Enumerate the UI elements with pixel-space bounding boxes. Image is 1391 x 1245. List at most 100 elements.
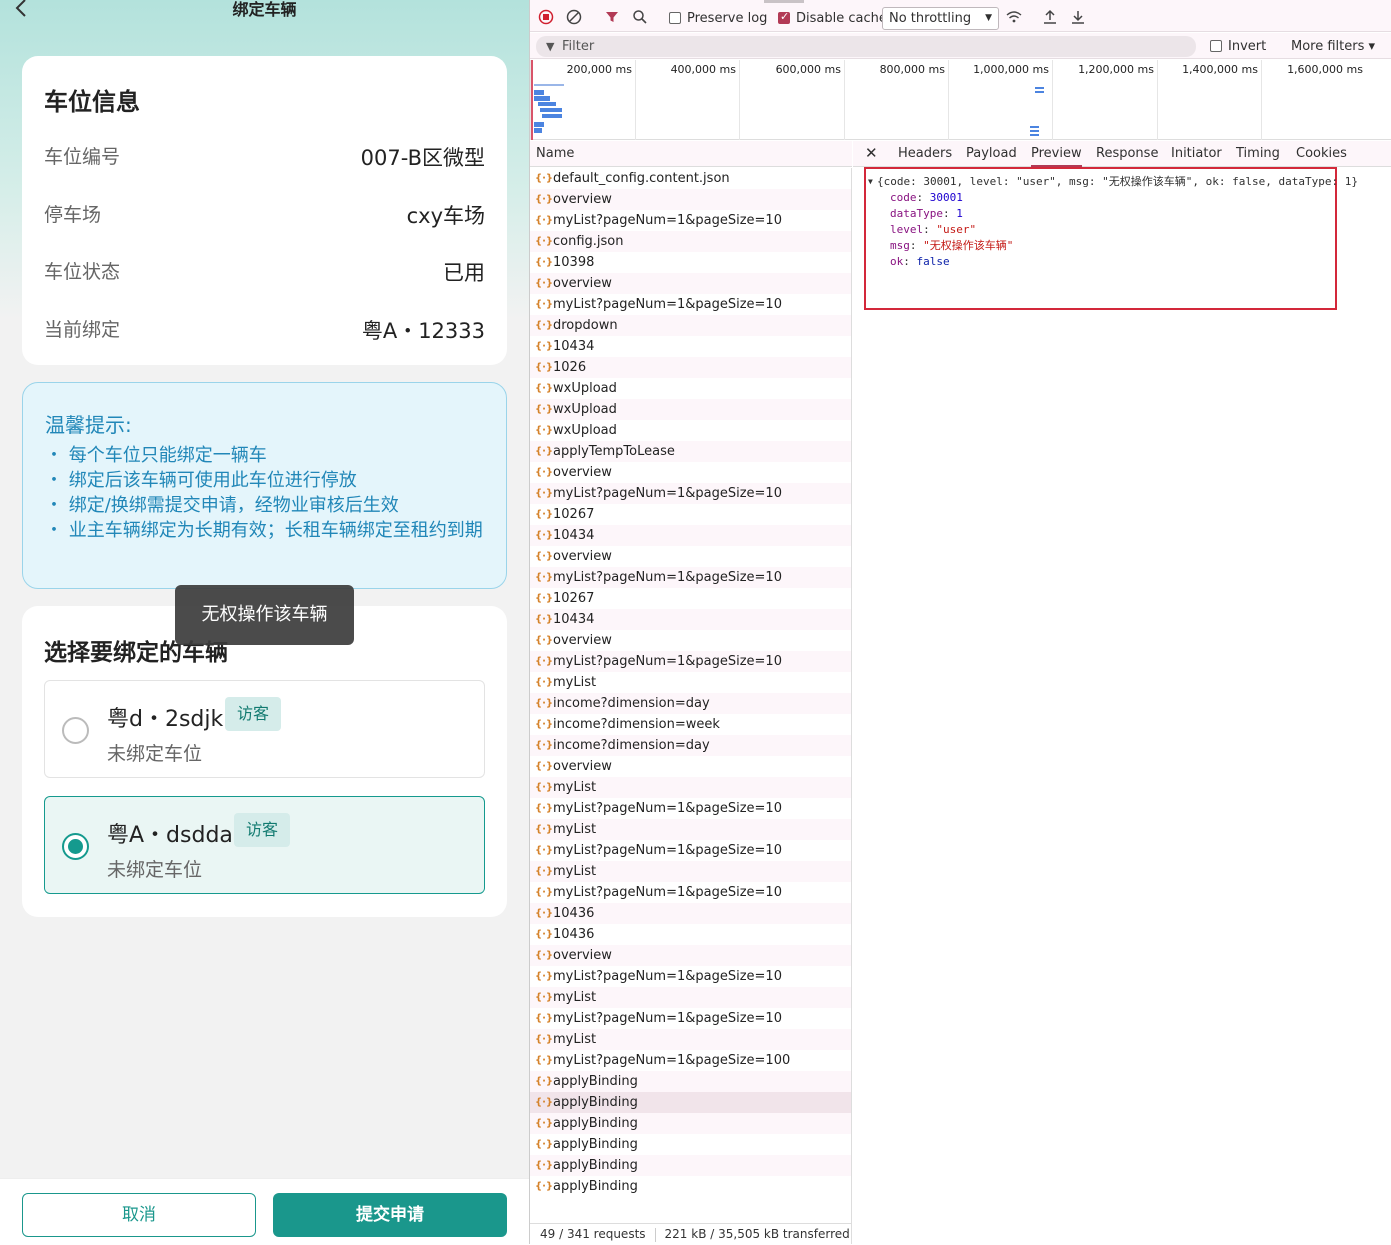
network-conditions-icon[interactable]: [1004, 9, 1024, 29]
request-row[interactable]: {·} myList?pageNum=1&pageSize=10: [530, 882, 851, 903]
name-column-header[interactable]: Name: [530, 141, 852, 167]
request-row[interactable]: {·} 10436: [530, 903, 851, 924]
clear-icon[interactable]: [564, 9, 584, 29]
filter-funnel-icon[interactable]: [602, 9, 622, 29]
filter-input[interactable]: ▼ Filter: [536, 36, 1196, 57]
tab-preview[interactable]: Preview: [1031, 146, 1082, 167]
request-row[interactable]: {·} wxUpload: [530, 420, 851, 441]
request-name: applyBinding: [553, 1158, 638, 1173]
request-row[interactable]: {·} myList?pageNum=1&pageSize=10: [530, 210, 851, 231]
invert-checkbox[interactable]: [1210, 40, 1222, 52]
request-row[interactable]: {·} applyBinding: [530, 1155, 851, 1176]
request-row[interactable]: {·} wxUpload: [530, 399, 851, 420]
request-name: overview: [553, 465, 612, 480]
request-name: 1026: [553, 360, 587, 375]
tip-item: ・ 绑定/换绑需提交申请，经物业审核后生效: [45, 495, 399, 516]
vehicle-option[interactable]: 粤d・2sdjk 访客 未绑定车位: [44, 680, 485, 778]
request-row[interactable]: {·} myList?pageNum=1&pageSize=10: [530, 798, 851, 819]
request-row[interactable]: {·} config.json: [530, 231, 851, 252]
xhr-json-icon: {·}: [535, 194, 554, 205]
request-name: myList: [553, 780, 597, 795]
request-row[interactable]: {·} overview: [530, 273, 851, 294]
submit-button[interactable]: 提交申请: [273, 1193, 507, 1237]
drag-handle[interactable]: [764, 0, 804, 3]
vehicle-option-selected[interactable]: 粤A・dsdda 访客 未绑定车位: [44, 796, 485, 894]
close-icon[interactable]: ✕: [865, 144, 878, 162]
request-row[interactable]: {·} overview: [530, 189, 851, 210]
json-summary-line[interactable]: ▼ {code: 30001, level: "user", msg: "无权操作…: [866, 174, 1358, 190]
request-row[interactable]: {·} applyTempToLease: [530, 441, 851, 462]
request-row[interactable]: {·} dropdown: [530, 315, 851, 336]
json-key: ok: [890, 255, 904, 268]
request-row[interactable]: {·} wxUpload: [530, 378, 851, 399]
request-row[interactable]: {·} default_config.content.json: [530, 168, 851, 189]
request-row[interactable]: {·} myList?pageNum=1&pageSize=10: [530, 651, 851, 672]
request-row[interactable]: {·} income?dimension=day: [530, 693, 851, 714]
request-row[interactable]: {·} myList?pageNum=1&pageSize=10: [530, 567, 851, 588]
request-row[interactable]: {·} 10434: [530, 336, 851, 357]
tab-headers[interactable]: Headers: [898, 146, 952, 161]
request-row[interactable]: {·} myList: [530, 987, 851, 1008]
xhr-json-icon: {·}: [535, 1034, 554, 1045]
request-row[interactable]: {·} applyBinding: [530, 1113, 851, 1134]
request-row[interactable]: {·} myList?pageNum=1&pageSize=10: [530, 483, 851, 504]
cancel-button[interactable]: 取消: [22, 1193, 256, 1237]
status-bar: 49 / 341 requests 221 kB / 35,505 kB tran…: [530, 1223, 852, 1244]
upload-icon[interactable]: [1040, 9, 1060, 29]
request-name: myList?pageNum=1&pageSize=10: [553, 213, 782, 228]
request-row[interactable]: {·} myList?pageNum=1&pageSize=10: [530, 966, 851, 987]
request-row[interactable]: {·} 10398: [530, 252, 851, 273]
more-filters-dropdown[interactable]: More filters ▾: [1291, 39, 1375, 54]
request-row[interactable]: {·} myList: [530, 672, 851, 693]
request-row[interactable]: {·} applyBinding: [530, 1092, 851, 1113]
tab-initiator[interactable]: Initiator: [1171, 146, 1222, 161]
filter-placeholder: Filter: [562, 39, 595, 54]
request-row[interactable]: {·} overview: [530, 945, 851, 966]
request-row[interactable]: {·} overview: [530, 546, 851, 567]
request-row[interactable]: {·} 10436: [530, 924, 851, 945]
tab-cookies[interactable]: Cookies: [1296, 146, 1347, 161]
expand-triangle-icon[interactable]: ▼: [868, 174, 873, 190]
record-stop-icon[interactable]: [536, 9, 556, 29]
request-row[interactable]: {·} 1026: [530, 357, 851, 378]
download-icon[interactable]: [1068, 9, 1088, 29]
disable-cache-checkbox[interactable]: [778, 10, 790, 24]
tips-box: 温馨提示: ・ 每个车位只能绑定一辆车 ・ 绑定后该车辆可使用此车位进行停放 ・…: [22, 382, 507, 589]
request-name: myList: [553, 990, 597, 1005]
request-row[interactable]: {·} applyBinding: [530, 1071, 851, 1092]
request-row[interactable]: {·} overview: [530, 630, 851, 651]
request-row[interactable]: {·} 10434: [530, 525, 851, 546]
request-row[interactable]: {·} income?dimension=day: [530, 735, 851, 756]
request-row[interactable]: {·} myList?pageNum=1&pageSize=100: [530, 1050, 851, 1071]
tab-response[interactable]: Response: [1096, 146, 1158, 161]
throttling-select[interactable]: No throttling ▼: [882, 7, 999, 30]
radio-button-checked[interactable]: [62, 833, 89, 860]
preserve-log-checkbox[interactable]: [669, 12, 681, 24]
request-row[interactable]: {·} applyBinding: [530, 1176, 851, 1197]
request-name: myList?pageNum=1&pageSize=100: [553, 1053, 791, 1068]
json-preview[interactable]: ▼ {code: 30001, level: "user", msg: "无权操作…: [864, 167, 1358, 310]
request-row[interactable]: {·} overview: [530, 462, 851, 483]
request-row[interactable]: {·} applyBinding: [530, 1134, 851, 1155]
json-value: false: [916, 255, 950, 268]
request-row[interactable]: {·} myList?pageNum=1&pageSize=10: [530, 294, 851, 315]
request-row[interactable]: {·} myList: [530, 861, 851, 882]
request-name: applyBinding: [553, 1095, 638, 1110]
request-row[interactable]: {·} myList: [530, 1029, 851, 1050]
row-value: 007-B区微型: [360, 146, 485, 170]
request-row[interactable]: {·} myList: [530, 819, 851, 840]
tab-timing[interactable]: Timing: [1236, 146, 1280, 161]
request-row[interactable]: {·} overview: [530, 756, 851, 777]
radio-button[interactable]: [62, 717, 89, 744]
request-row[interactable]: {·} 10267: [530, 504, 851, 525]
request-row[interactable]: {·} 10434: [530, 609, 851, 630]
timeline-overview[interactable]: 200,000 ms 400,000 ms 600,000 ms 800,000…: [530, 60, 1391, 140]
json-field: ok: false: [890, 255, 950, 268]
request-row[interactable]: {·} myList: [530, 777, 851, 798]
request-row[interactable]: {·} income?dimension=week: [530, 714, 851, 735]
request-row[interactable]: {·} myList?pageNum=1&pageSize=10: [530, 1008, 851, 1029]
search-icon[interactable]: [630, 9, 650, 29]
tab-payload[interactable]: Payload: [966, 146, 1017, 161]
request-row[interactable]: {·} 10267: [530, 588, 851, 609]
request-row[interactable]: {·} myList?pageNum=1&pageSize=10: [530, 840, 851, 861]
